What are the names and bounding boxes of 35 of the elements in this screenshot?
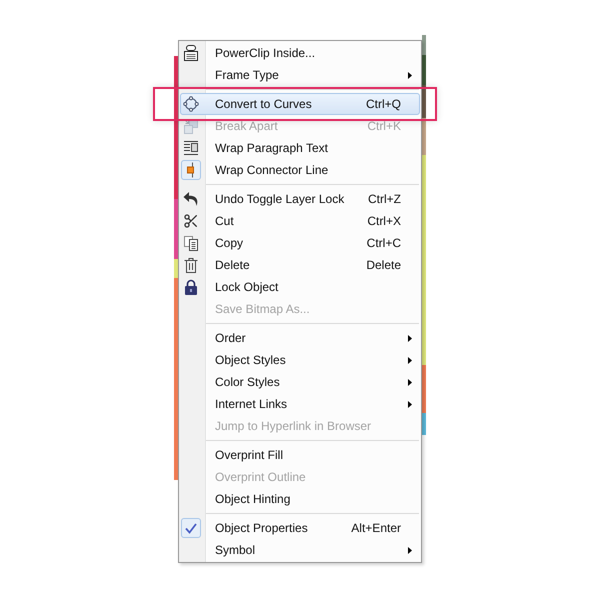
copy-icon	[183, 235, 199, 251]
menu-item[interactable]: Wrap Paragraph Text	[180, 137, 420, 159]
menu-item[interactable]: Delete Delete	[180, 254, 420, 276]
menu-item[interactable]: Convert to Curves Ctrl+Q	[180, 93, 420, 115]
menu-item[interactable]: PowerClip Inside...	[180, 42, 420, 64]
menu-item[interactable]: Internet Links	[180, 393, 420, 415]
shortcut-text: Alt+Enter	[350, 520, 401, 537]
menu-item[interactable]: Overprint Fill	[180, 444, 420, 466]
curve-nodes-icon	[183, 96, 199, 112]
menu-item[interactable]: Order	[180, 327, 420, 349]
scissors-icon	[183, 213, 199, 229]
menu-item[interactable]: Symbol	[180, 539, 420, 561]
lock-icon	[183, 279, 199, 295]
shortcut-text: Ctrl+Z	[367, 191, 401, 208]
menu-item[interactable]: Object Properties Alt+Enter	[180, 517, 420, 539]
shortcut-text: Ctrl+K	[366, 118, 401, 135]
split-squares-icon	[183, 118, 199, 134]
menu-item[interactable]: Wrap Connector Line	[180, 159, 420, 181]
menu-item[interactable]: Copy Ctrl+C	[180, 232, 420, 254]
undo-icon	[183, 191, 199, 207]
shortcut-text: Delete	[365, 257, 401, 274]
menu-item[interactable]: Cut Ctrl+X	[180, 210, 420, 232]
trash-icon	[183, 257, 199, 273]
menu-item[interactable]: Lock Object	[180, 276, 420, 298]
shortcut-text: Ctrl+X	[366, 213, 401, 230]
text-wrap-icon	[183, 140, 199, 156]
frame-container-icon	[183, 45, 199, 61]
menu-item[interactable]: Frame Type	[180, 64, 420, 86]
shortcut-text: Ctrl+Q	[364, 96, 401, 113]
menu-item[interactable]: Color Styles	[180, 371, 420, 393]
menu-item[interactable]: Undo Toggle Layer Lock Ctrl+Z	[180, 188, 420, 210]
menu-item[interactable]: Object Hinting	[180, 488, 420, 510]
shortcut-text: Ctrl+C	[366, 235, 401, 252]
menu-item[interactable]: Object Styles	[180, 349, 420, 371]
check-icon	[185, 522, 197, 534]
